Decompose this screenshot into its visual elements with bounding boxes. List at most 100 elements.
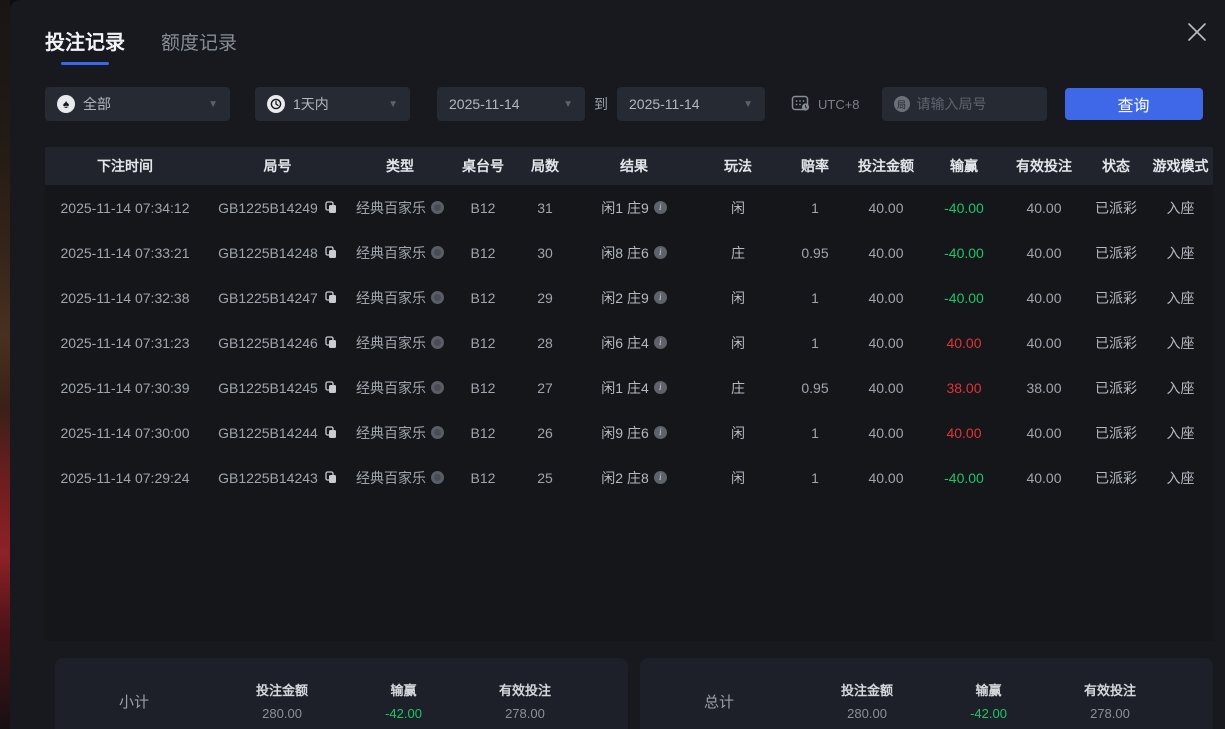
cell-mode: 入座 (1166, 199, 1195, 216)
query-button[interactable]: 查询 (1064, 88, 1203, 120)
cell-time: 2025-11-14 07:29:24 (60, 469, 190, 486)
column-header-valid: 有效投注 (1016, 158, 1072, 174)
copy-icon[interactable] (325, 336, 337, 349)
cell-type: 经典百家乐 (350, 410, 450, 455)
time-range-select[interactable]: 1天内 ▼ (255, 87, 410, 121)
cell-winloss: 40.00 (946, 424, 982, 441)
info-icon[interactable]: i (653, 471, 667, 484)
cell-winloss: -40.00 (944, 199, 984, 216)
cell-odds: 0.95 (801, 244, 829, 261)
cell-result: 闲9 庄6 i (574, 410, 694, 455)
game-type-value: 全部 (83, 96, 111, 112)
replay-icon[interactable] (431, 381, 444, 394)
copy-icon[interactable] (325, 426, 337, 439)
table-row: 2025-11-14 07:30:00 GB1225B14244 经典百家乐 B12 2… (45, 410, 1213, 455)
copy-icon[interactable] (325, 246, 337, 259)
cell-odds: 1 (811, 334, 819, 351)
records-table: 下注时间 局号 类型 桌台号 局数 结果 玩法 赔率 投注金额 输赢 有效投注 状态 游戏模式 2025… (45, 147, 1213, 641)
cell-table: B12 (470, 199, 496, 216)
total-winloss: 输赢 -42.00 (970, 682, 1007, 721)
chevron-down-icon: ▼ (208, 98, 218, 110)
info-icon[interactable]: i (653, 336, 667, 349)
background-strip (0, 0, 10, 729)
cell-winloss: -40.00 (944, 289, 984, 306)
info-icon[interactable]: i (653, 426, 667, 439)
column-header-play: 玩法 (724, 158, 752, 174)
close-icon[interactable] (1185, 20, 1209, 44)
copy-icon[interactable] (325, 201, 337, 214)
replay-icon[interactable] (431, 201, 444, 214)
total-bet-amount: 投注金额 280.00 (841, 682, 894, 721)
betting-records-modal: 投注记录 额度记录 ♠ 全部 ▼ 1天内 ▼ 2025-11-14 ▼ 到 20… (10, 0, 1225, 729)
info-icon[interactable]: i (653, 291, 667, 304)
cell-play: 庄 (731, 244, 745, 261)
date-to-picker[interactable]: 2025-11-14 ▼ (617, 87, 765, 121)
cell-status: 已派彩 (1095, 424, 1137, 441)
clock-icon (267, 95, 285, 113)
summary-bar: 小计 投注金额 280.00 输赢 -42.00 有效投注 278.00 总计 (55, 658, 1213, 729)
copy-icon[interactable] (325, 381, 337, 394)
cell-count: 30 (537, 244, 553, 261)
game-type-select[interactable]: ♠ 全部 ▼ (45, 87, 230, 121)
cell-valid: 40.00 (1026, 289, 1062, 306)
table-row: 2025-11-14 07:30:39 GB1225B14245 经典百家乐 B12 2… (45, 365, 1213, 410)
column-header-table: 桌台号 (462, 158, 504, 174)
cell-round: GB1225B14247 (205, 275, 350, 320)
cell-table: B12 (470, 334, 496, 351)
cell-bet: 40.00 (868, 379, 904, 396)
column-header-result: 结果 (620, 158, 648, 174)
replay-icon[interactable] (431, 426, 444, 439)
subtotal-panel: 小计 投注金额 280.00 输赢 -42.00 有效投注 278.00 (55, 658, 628, 729)
cell-table: B12 (470, 379, 496, 396)
info-icon[interactable]: i (653, 201, 667, 214)
table-header-row: 下注时间 局号 类型 桌台号 局数 结果 玩法 赔率 投注金额 输赢 有效投注 状态 游戏模式 (45, 147, 1213, 185)
cell-type: 经典百家乐 (350, 275, 450, 320)
round-number-input[interactable] (916, 96, 1035, 112)
cell-winloss: 38.00 (946, 379, 982, 396)
replay-icon[interactable] (431, 471, 444, 484)
replay-icon[interactable] (431, 336, 444, 349)
cell-result: 闲1 庄9 i (574, 185, 694, 230)
table-row: 2025-11-14 07:32:38 GB1225B14247 经典百家乐 B12 2… (45, 275, 1213, 320)
subtotal-valid-bet: 有效投注 278.00 (498, 682, 551, 721)
tab-betting-records[interactable]: 投注记录 (45, 26, 125, 65)
cell-table: B12 (470, 244, 496, 261)
date-from-picker[interactable]: 2025-11-14 ▼ (437, 87, 585, 121)
timezone-display[interactable]: UTC+8 (791, 94, 860, 115)
total-valid-bet: 有效投注 278.00 (1083, 682, 1136, 721)
cell-mode: 入座 (1166, 334, 1195, 351)
cell-play: 闲 (731, 469, 745, 486)
column-header-count: 局数 (531, 158, 559, 174)
cell-time: 2025-11-14 07:32:38 (60, 289, 190, 306)
table-row: 2025-11-14 07:34:12 GB1225B14249 经典百家乐 B12 3… (45, 185, 1213, 230)
cell-table: B12 (470, 469, 496, 486)
cell-count: 31 (537, 199, 553, 216)
date-to-value: 2025-11-14 (629, 96, 700, 112)
cell-count: 26 (537, 424, 553, 441)
tab-quota-records[interactable]: 额度记录 (161, 28, 237, 65)
table-row: 2025-11-14 07:29:24 GB1225B14243 经典百家乐 B12 2… (45, 455, 1213, 500)
column-header-bet: 投注金额 (858, 158, 914, 174)
cell-play: 庄 (731, 379, 745, 396)
copy-icon[interactable] (325, 471, 337, 484)
replay-icon[interactable] (431, 291, 444, 304)
cell-mode: 入座 (1166, 469, 1195, 486)
info-icon[interactable]: i (653, 246, 667, 259)
column-header-round: 局号 (263, 158, 292, 174)
cell-mode: 入座 (1166, 379, 1195, 396)
cell-round: GB1225B14246 (205, 320, 350, 365)
replay-icon[interactable] (431, 246, 444, 259)
cell-count: 25 (537, 469, 553, 486)
to-label: 到 (594, 96, 608, 112)
cell-bet: 40.00 (868, 199, 904, 216)
cell-status: 已派彩 (1095, 334, 1137, 351)
chevron-down-icon: ▼ (388, 98, 398, 110)
calendar-clock-icon (791, 94, 811, 115)
cell-play: 闲 (731, 334, 745, 351)
cell-round: GB1225B14248 (205, 230, 350, 275)
cell-round: GB1225B14249 (205, 185, 350, 230)
cell-valid: 38.00 (1026, 379, 1062, 396)
column-header-status: 状态 (1102, 158, 1130, 174)
info-icon[interactable]: i (653, 381, 667, 394)
copy-icon[interactable] (325, 291, 337, 304)
